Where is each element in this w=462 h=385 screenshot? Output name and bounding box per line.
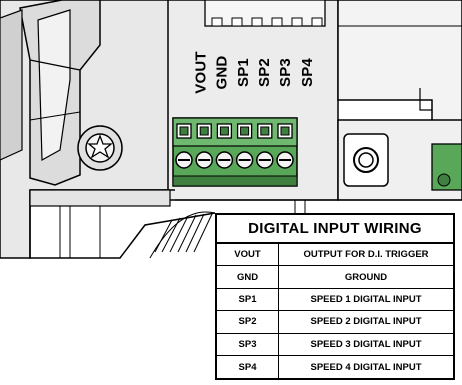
signal-cell: SP3 (217, 333, 279, 355)
table-row: VOUT OUTPUT FOR D.I. TRIGGER (217, 244, 453, 267)
description-cell: OUTPUT FOR D.I. TRIGGER (303, 249, 429, 261)
signal-cell: SP4 (217, 355, 279, 379)
terminal-block (172, 117, 298, 187)
table-row: GND GROUND (217, 266, 453, 289)
signal-cell: VOUT (217, 244, 279, 266)
description-cell: SPEED 4 DIGITAL INPUT (310, 361, 422, 373)
description-cell: SPEED 1 DIGITAL INPUT (310, 293, 422, 305)
description-cell: SPEED 2 DIGITAL INPUT (310, 316, 422, 328)
table-row: SP2 SPEED 2 DIGITAL INPUT (217, 311, 453, 334)
pin-label-text: SP1 (234, 57, 252, 87)
table-title: DIGITAL INPUT WIRING (217, 215, 453, 244)
mounting-screw (77, 125, 123, 171)
pin-label-text: GND (213, 55, 231, 89)
pin-label-text: SP3 (277, 57, 295, 87)
table-row: SP1 SPEED 1 DIGITAL INPUT (217, 288, 453, 312)
table-body: VOUT OUTPUT FOR D.I. TRIGGER GND GROUND SP1 S… (217, 244, 453, 379)
wiring-diagram: VOUT GND SP1 SP2 SP3 SP4 DIGITAL INPUT WIRING… (0, 0, 462, 385)
pin-label-text: VOUT (192, 50, 210, 94)
table-row: SP3 SPEED 3 DIGITAL INPUT (217, 333, 453, 356)
pin-label-text: SP2 (256, 57, 274, 87)
table-row: SP4 SPEED 4 DIGITAL INPUT (217, 355, 453, 379)
pin-label-sp4: SP4 (294, 36, 320, 108)
description-cell: SPEED 3 DIGITAL INPUT (310, 338, 422, 350)
signal-cell: GND (217, 266, 279, 288)
pin-label-text: SP4 (298, 57, 316, 87)
signal-cell: SP1 (217, 288, 279, 311)
wiring-table: DIGITAL INPUT WIRING VOUT OUTPUT FOR D.I.… (215, 213, 455, 380)
description-cell: GROUND (344, 271, 388, 283)
signal-cell: SP2 (217, 311, 279, 333)
